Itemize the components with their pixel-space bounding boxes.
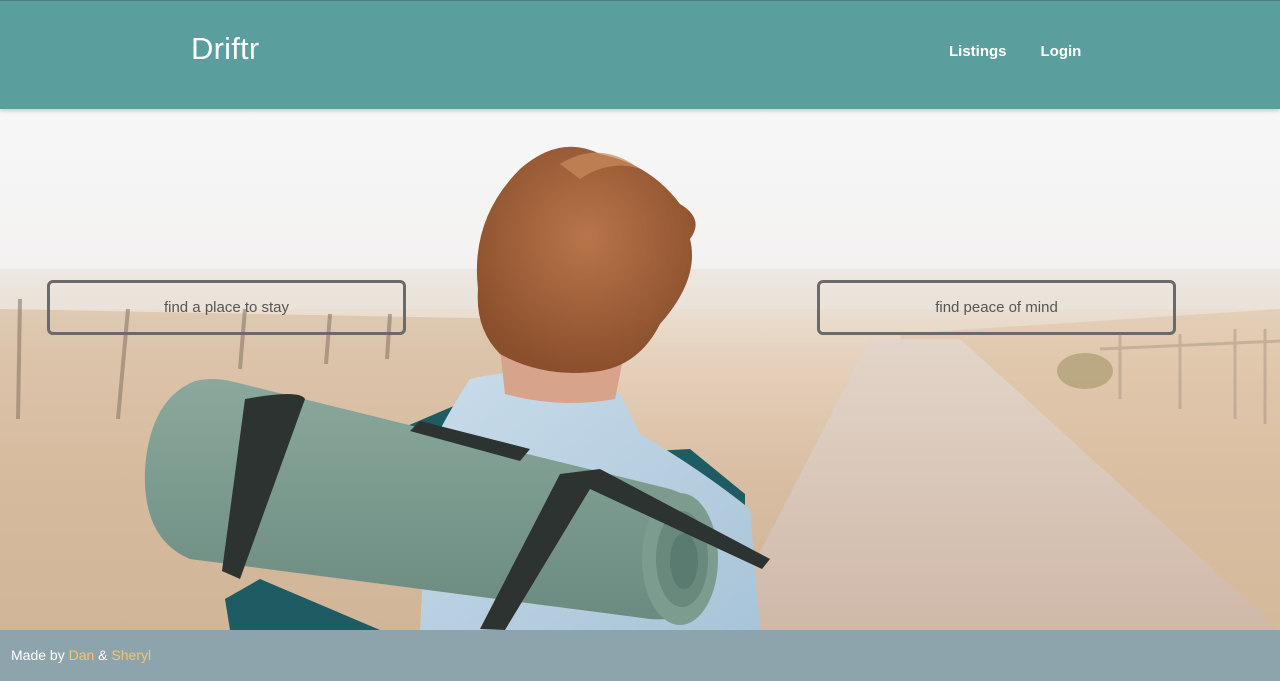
find-place-to-stay-button[interactable]: find a place to stay <box>47 280 406 335</box>
hero-background-image <box>0 146 1280 630</box>
hero-banner: find a place to stay find peace of mind <box>0 109 1280 630</box>
find-peace-of-mind-button[interactable]: find peace of mind <box>817 280 1176 335</box>
footer-author-dan-link[interactable]: Dan <box>69 647 95 663</box>
brand-logo-link[interactable]: Driftr <box>191 31 259 67</box>
footer-separator: & <box>98 647 108 663</box>
nav-links: Listings Login <box>949 43 1081 60</box>
nav-link-login[interactable]: Login <box>1041 43 1082 60</box>
footer: Made by Dan & Sheryl <box>0 630 1280 681</box>
footer-prefix: Made by <box>11 647 65 663</box>
top-navbar: Driftr Listings Login <box>0 0 1280 109</box>
footer-author-sheryl-link[interactable]: Sheryl <box>111 647 151 663</box>
nav-link-listings[interactable]: Listings <box>949 43 1007 60</box>
